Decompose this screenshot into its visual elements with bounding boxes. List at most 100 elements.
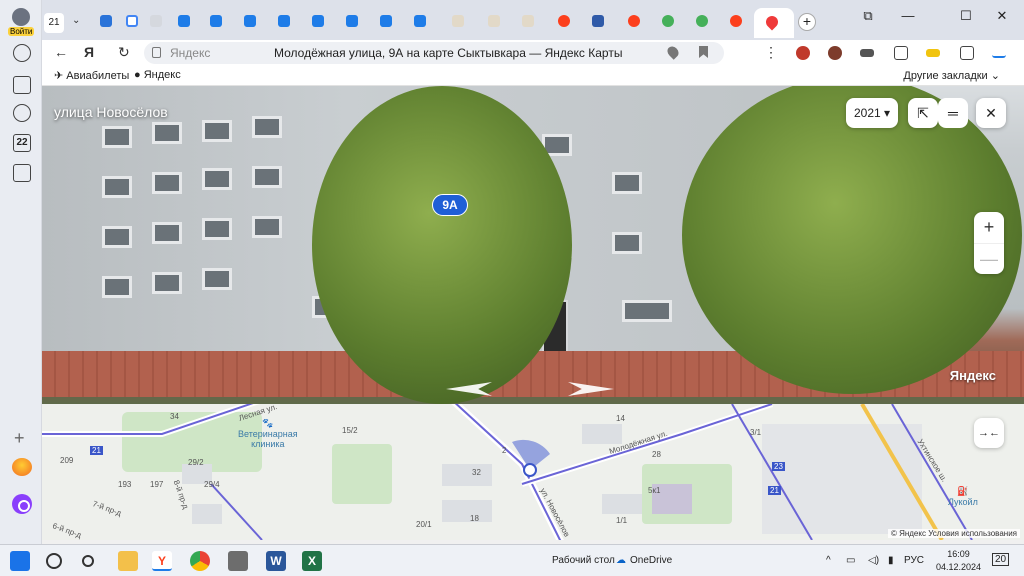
minimize-button[interactable]: — (898, 8, 918, 23)
year-value: 2021 (853, 106, 881, 120)
tab-mail-5[interactable] (310, 13, 326, 29)
login-button[interactable]: Войти (8, 8, 34, 36)
alice-assistant-icon[interactable] (12, 494, 32, 514)
tab-yandex-3[interactable] (728, 13, 744, 29)
tab-yandex-maps-active[interactable] (754, 8, 794, 38)
house-number: 18 (470, 514, 479, 523)
other-bookmarks[interactable]: Другие закладки ⌄ (903, 69, 1000, 82)
windows-start-icon[interactable] (10, 551, 30, 571)
yandex-browser-icon[interactable]: Y (152, 551, 172, 571)
chevron-down-icon[interactable]: ⌄ (72, 15, 80, 26)
zoom-out-button[interactable]: — (974, 243, 1004, 274)
extension-tray-icon[interactable] (860, 49, 874, 57)
new-tab-button[interactable]: + (798, 13, 816, 31)
onedrive-label[interactable]: OneDrive (630, 555, 672, 566)
tab-mail-8[interactable] (412, 13, 428, 29)
bus-stop-badge[interactable]: 23 (772, 462, 785, 471)
tab-mail-1[interactable] (176, 13, 192, 29)
tab-mail-7[interactable] (378, 13, 394, 29)
tab-doc-2[interactable] (450, 13, 466, 29)
desktop-label[interactable]: Рабочий стол (552, 555, 615, 566)
back-arrow-icon[interactable]: ← (54, 44, 68, 60)
bookmark-aviatickets[interactable]: ✈ Авиабилеты (54, 69, 129, 82)
protect-icon[interactable] (960, 46, 974, 60)
maximize-button[interactable]: ☐ (956, 8, 976, 24)
tab-yandex-1[interactable] (556, 13, 572, 29)
collections-icon[interactable] (13, 76, 31, 94)
house-number: 209 (60, 456, 74, 465)
bookmark-yandex[interactable]: ● Яндекс (134, 69, 181, 81)
downloads-icon[interactable] (992, 46, 1006, 58)
close-window-button[interactable]: ✕ (992, 8, 1012, 24)
language-indicator[interactable]: РУС (904, 555, 924, 566)
bookmarks-count-badge[interactable]: 22 (13, 134, 31, 152)
house-number-badge[interactable]: 9А (432, 194, 468, 216)
tab-google[interactable] (124, 13, 140, 29)
window (252, 216, 282, 238)
calculator-icon[interactable] (228, 551, 248, 571)
year-select[interactable]: 2021 ▾ (846, 98, 898, 128)
history-icon[interactable] (13, 44, 31, 62)
tab-mail-2[interactable] (208, 13, 224, 29)
tab-mail-6[interactable] (344, 13, 360, 29)
tab-mail-4[interactable] (276, 13, 292, 29)
url-field[interactable]: Яндекс Молодёжная улица, 9А на карте Сык… (144, 42, 724, 64)
poi-vet-clinic[interactable]: 🐾 Ветеринарная клиника (238, 418, 298, 449)
street-panorama[interactable]: улица Новосёлов 9А 2021 ▾ ⇱ ═ ✕ + — Янде… (42, 86, 1024, 404)
poi-lukoil[interactable]: ⛽ Лукойл (948, 486, 978, 507)
notifications-badge[interactable]: 20 (992, 553, 1010, 566)
battery-tray-icon[interactable]: ▮ (888, 555, 894, 566)
emblem-icon (592, 15, 604, 27)
map-copyright[interactable]: © Яндекс Условия использования (887, 529, 1020, 538)
task-view-icon[interactable] (82, 555, 94, 567)
other-bookmarks-label: Другие закладки (903, 70, 988, 82)
location-pin-icon[interactable] (665, 44, 681, 60)
tab-gov[interactable] (590, 13, 606, 29)
address-bar: ← Я ↻ Яндекс Молодёжная улица, 9А на кар… (42, 40, 1024, 66)
tab-cloud[interactable] (98, 13, 114, 29)
excel-icon[interactable]: X (302, 551, 322, 571)
volume-icon[interactable]: ◁) (868, 555, 879, 566)
tab-doc-3[interactable] (486, 13, 502, 29)
open-external-icon[interactable]: ⇱ (908, 98, 938, 128)
document-icon (488, 15, 500, 27)
extension-avatar-icon[interactable] (828, 46, 842, 60)
reload-icon[interactable]: ↻ (118, 44, 130, 61)
yandex-logo-icon[interactable]: Я (84, 44, 94, 60)
word-icon[interactable]: W (266, 551, 286, 571)
tray-chevron-icon[interactable]: ^ (826, 555, 831, 566)
chrome-icon[interactable] (190, 551, 210, 571)
close-panorama-icon[interactable]: ✕ (976, 98, 1006, 128)
battery-icon[interactable] (926, 49, 940, 57)
network-icon[interactable]: ▭ (846, 555, 855, 566)
pin-window-icon[interactable]: ⧉ (858, 8, 878, 24)
clock[interactable]: 16:09 04.12.2024 (936, 548, 981, 574)
bus-stop-badge[interactable]: 21 (90, 446, 103, 455)
collapse-map-icon[interactable]: →← (974, 418, 1004, 448)
house-number: 28 (652, 450, 661, 459)
tab-yandex-2[interactable] (626, 13, 642, 29)
more-menu-icon[interactable]: ⋮ (764, 44, 778, 61)
add-panel-icon[interactable]: + (14, 428, 25, 449)
tab-check-1[interactable] (660, 13, 676, 29)
tab-check-2[interactable] (694, 13, 710, 29)
mini-map[interactable]: 🐾 Ветеринарная клиника ⛽ Лукойл Лесная ул.… (42, 404, 1024, 540)
search-icon[interactable] (46, 553, 62, 569)
menu-icon[interactable]: ═ (938, 98, 968, 128)
extension-red-icon[interactable] (796, 46, 810, 60)
house-number: 14 (616, 414, 625, 423)
screenshot-icon[interactable] (13, 164, 31, 182)
lock-icon (152, 47, 161, 58)
file-explorer-icon[interactable] (118, 551, 138, 571)
tab-mail-3[interactable] (242, 13, 258, 29)
tab-doc-4[interactable] (520, 13, 536, 29)
tab-doc-1[interactable] (148, 13, 164, 29)
bookmark-icon[interactable] (699, 46, 708, 58)
zoom-in-button[interactable]: + (974, 212, 1004, 243)
play-icon[interactable] (13, 104, 31, 122)
tab-count-badge[interactable]: 21 (44, 13, 64, 33)
onedrive-cloud-icon[interactable]: ☁ (616, 555, 626, 566)
yandex-mail-icon[interactable] (12, 458, 32, 476)
extensions-puzzle-icon[interactable] (894, 46, 908, 60)
bus-stop-badge[interactable]: 21 (768, 486, 781, 495)
